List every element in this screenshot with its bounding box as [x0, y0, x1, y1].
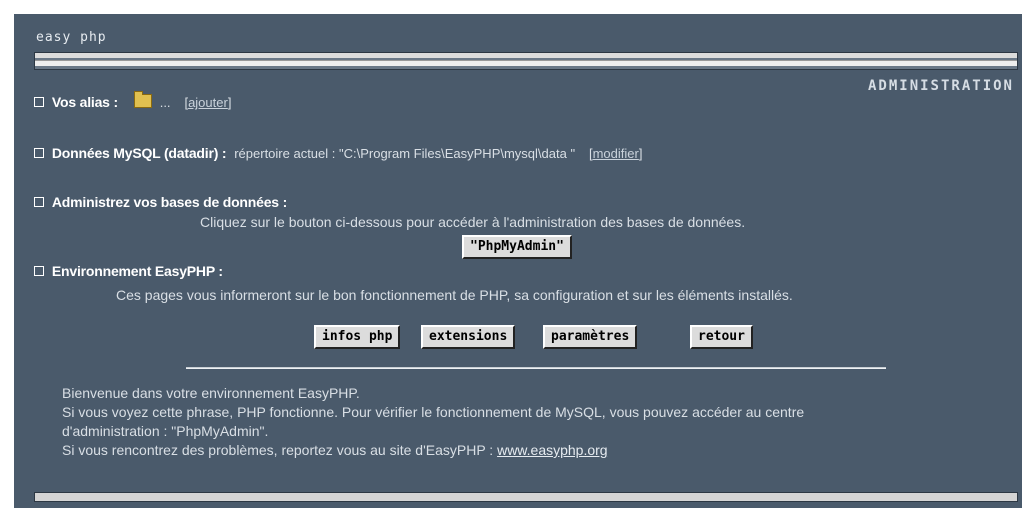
alias-add-bracket-close: ] [227, 95, 232, 110]
databases-label: Administrez vos bases de données : [51, 194, 288, 210]
modify-datadir-link[interactable]: modifier [593, 146, 639, 161]
welcome-line: Si vous rencontrez des problèmes, report… [62, 441, 804, 460]
databases-description: Cliquez sur le bouton ci-dessous pour ac… [200, 214, 746, 230]
parametres-button[interactable]: paramètres [543, 325, 638, 349]
bullet-square-icon [34, 148, 44, 158]
extensions-button[interactable]: extensions [421, 325, 516, 349]
mysql-datadir-text: répertoire actuel : "C:\Program Files\Ea… [234, 146, 576, 161]
welcome-message: Bienvenue dans votre environnement EasyP… [62, 384, 804, 460]
folder-icon[interactable] [133, 91, 152, 108]
header-rule [34, 52, 1018, 70]
welcome-line-text: Si vous rencontrez des problèmes, report… [62, 442, 498, 458]
page-title: ADMINISTRATION [867, 78, 1014, 94]
alias-label: Vos alias : [51, 94, 118, 110]
bullet-square-icon [34, 266, 44, 276]
welcome-line: Bienvenue dans votre environnement EasyP… [62, 385, 360, 401]
environment-row: Environnement EasyPHP : [34, 263, 223, 279]
section-divider [186, 367, 886, 369]
infos-php-button[interactable]: infos php [314, 325, 401, 349]
add-alias-link[interactable]: ajouter [188, 95, 228, 110]
header-rule-bar [35, 60, 1017, 66]
welcome-line: Si vous voyez cette phrase, PHP fonction… [62, 404, 805, 420]
welcome-line: d'administration : "PhpMyAdmin". [62, 423, 269, 439]
footer-rule [34, 492, 1018, 502]
environment-description: Ces pages vous informeront sur le bon fo… [116, 287, 793, 303]
logo-text: easy php [36, 30, 107, 45]
easyphp-site-link[interactable]: www.easyphp.org [497, 442, 608, 458]
easyphp-logo: easy php [36, 30, 107, 45]
mysql-modify-bracket-close: ] [638, 146, 643, 161]
mysql-row: Données MySQL (datadir) : répertoire act… [34, 145, 642, 161]
phpmyadmin-button[interactable]: "PhpMyAdmin" [462, 235, 572, 259]
main-panel: easy php ADMINISTRATION Vos alias : ... … [14, 14, 1022, 508]
alias-row: Vos alias : ... [ajouter] [34, 91, 232, 110]
retour-button[interactable]: retour [690, 325, 753, 349]
mysql-label: Données MySQL (datadir) : [51, 145, 227, 161]
environment-label: Environnement EasyPHP : [51, 263, 223, 279]
header-rule-bar [35, 53, 1017, 58]
alias-ellipsis: ... [159, 95, 171, 110]
bullet-square-icon [34, 197, 44, 207]
databases-row: Administrez vos bases de données : [34, 194, 287, 210]
bullet-square-icon [34, 97, 44, 107]
